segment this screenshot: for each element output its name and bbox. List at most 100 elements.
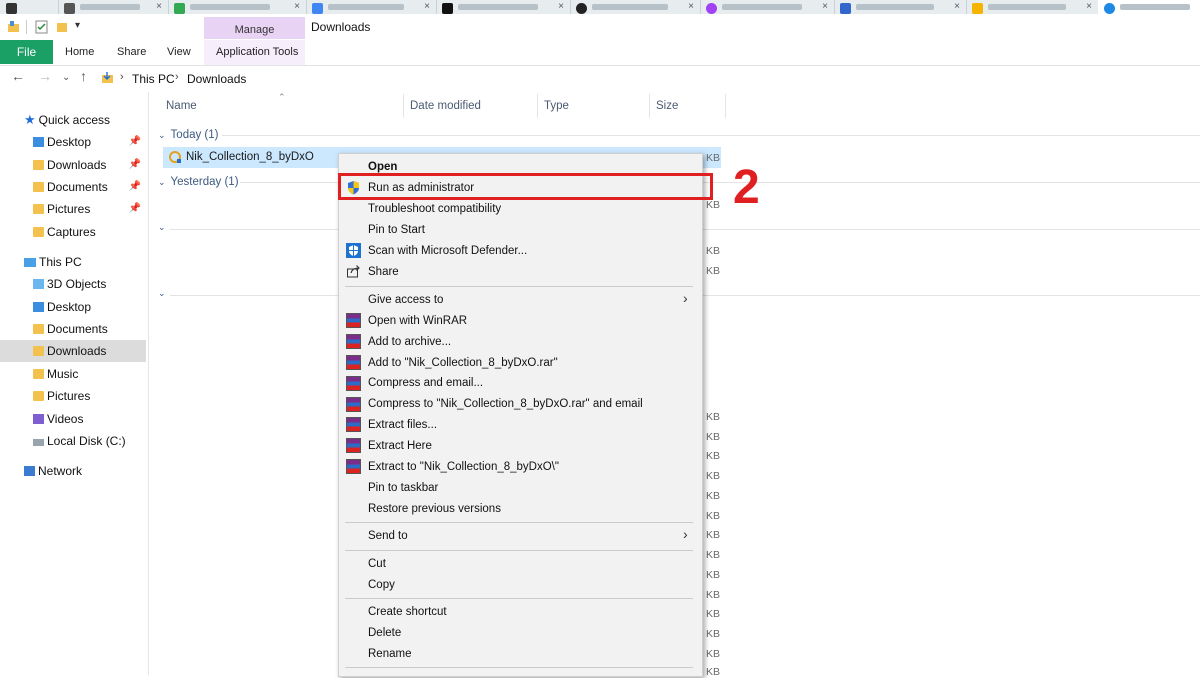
column-header-date-modified[interactable]: Date modified	[410, 100, 481, 112]
menu-separator	[345, 598, 693, 599]
menu-item-open[interactable]: Open	[368, 161, 397, 173]
menu-item-open-with-winrar[interactable]: Open with WinRAR	[368, 315, 467, 327]
nav-item-downloads[interactable]: Downloads 📌	[33, 154, 145, 176]
menu-item-restore-previous-versions[interactable]: Restore previous versions	[368, 503, 501, 515]
menu-item-troubleshoot-compatibility[interactable]: Troubleshoot compatibility	[368, 203, 501, 215]
column-divider[interactable]	[649, 94, 650, 118]
menu-item-pin-to-taskbar[interactable]: Pin to taskbar	[368, 482, 438, 494]
column-divider[interactable]	[725, 94, 726, 118]
file-size-unit: KB	[706, 152, 721, 164]
browser-tab[interactable]: ×	[58, 0, 169, 14]
menu-item-extract-to-folder[interactable]: Extract to "Nik_Collection_8_byDxO\"	[368, 461, 559, 473]
group-label: Yesterday (1)	[170, 176, 239, 188]
winrar-icon	[346, 438, 361, 453]
nav-item-pictures-pc[interactable]: Pictures	[33, 385, 90, 407]
address-bar-area	[0, 66, 1200, 90]
nav-item-captures[interactable]: Captures	[33, 221, 96, 243]
column-divider[interactable]	[537, 94, 538, 118]
videos-icon	[33, 414, 44, 424]
menu-item-copy[interactable]: Copy	[368, 579, 395, 591]
nav-item-documents-pc[interactable]: Documents	[33, 318, 108, 340]
tab-file[interactable]: File	[0, 40, 53, 64]
menu-item-scan-with-defender[interactable]: Scan with Microsoft Defender...	[368, 245, 527, 257]
menu-item-create-shortcut[interactable]: Create shortcut	[368, 606, 447, 618]
nav-item-downloads-pc[interactable]: Downloads	[33, 340, 106, 362]
nav-item-local-disk[interactable]: Local Disk (C:)	[33, 430, 126, 452]
nav-item-documents[interactable]: Documents 📌	[33, 176, 145, 198]
column-header-type[interactable]: Type	[544, 100, 569, 112]
group-divider	[222, 135, 1200, 136]
tab-application-tools[interactable]: Application Tools	[216, 40, 298, 64]
tab-home[interactable]: Home	[65, 40, 94, 64]
browser-tab[interactable]: ×	[966, 0, 1099, 14]
menu-item-compress-to-rar-and-email[interactable]: Compress to "Nik_Collection_8_byDxO.rar"…	[368, 398, 643, 410]
collapse-chevron-icon[interactable]: ⌄	[158, 222, 166, 233]
column-divider[interactable]	[403, 94, 404, 118]
close-icon[interactable]: ×	[558, 1, 564, 13]
customize-qat-chevron-icon[interactable]: ▾	[75, 20, 80, 31]
nav-item-desktop[interactable]: Desktop 📌	[33, 131, 145, 153]
close-icon[interactable]: ×	[294, 1, 300, 13]
column-header-name[interactable]: Name	[166, 100, 197, 112]
menu-item-pin-to-start[interactable]: Pin to Start	[368, 224, 425, 236]
star-icon: ★	[24, 112, 36, 127]
downloads-folder-icon	[33, 160, 44, 170]
menu-item-add-to-archive[interactable]: Add to archive...	[368, 336, 451, 348]
browser-tab-active[interactable]	[1098, 0, 1200, 14]
close-icon[interactable]: ×	[1086, 1, 1092, 13]
browser-tab[interactable]: ×	[834, 0, 967, 14]
tab-view[interactable]: View	[167, 40, 191, 64]
collapse-chevron-icon[interactable]: ⌄	[158, 288, 166, 299]
group-yesterday[interactable]: ⌄ Yesterday (1)	[158, 176, 239, 188]
nav-item-music[interactable]: Music	[33, 363, 78, 385]
file-size-unit: KB	[706, 608, 721, 620]
close-icon[interactable]: ×	[156, 1, 162, 13]
nav-quick-access[interactable]: ★ Quick access	[24, 109, 110, 131]
menu-item-add-to-rar[interactable]: Add to "Nik_Collection_8_byDxO.rar"	[368, 357, 558, 369]
close-icon[interactable]: ×	[688, 1, 694, 13]
nav-network[interactable]: Network	[24, 460, 82, 482]
menu-item-share[interactable]: Share	[368, 266, 399, 278]
forward-arrow-icon[interactable]: →	[38, 68, 52, 84]
menu-item-give-access-to[interactable]: Give access to	[368, 294, 443, 306]
menu-item-extract-here[interactable]: Extract Here	[368, 440, 432, 452]
close-icon[interactable]: ×	[822, 1, 828, 13]
nav-item-3d-objects[interactable]: 3D Objects	[33, 273, 106, 295]
back-arrow-icon[interactable]: ←	[11, 68, 25, 84]
group-label: Today (1)	[170, 129, 219, 141]
menu-item-cut[interactable]: Cut	[368, 558, 386, 570]
recent-locations-chevron-icon[interactable]: ⌄	[62, 72, 70, 83]
tab-share[interactable]: Share	[117, 40, 146, 64]
close-icon[interactable]: ×	[424, 1, 430, 13]
nav-item-videos[interactable]: Videos	[33, 408, 83, 430]
browser-tab[interactable]: ×	[306, 0, 437, 14]
menu-separator	[345, 286, 693, 287]
file-size-unit: KB	[706, 411, 721, 423]
nav-item-pictures[interactable]: Pictures 📌	[33, 198, 145, 220]
nav-this-pc[interactable]: This PC	[24, 251, 82, 273]
breadcrumb-downloads[interactable]: Downloads	[187, 72, 246, 86]
nav-label: 3D Objects	[47, 277, 107, 291]
close-icon[interactable]: ×	[954, 1, 960, 13]
menu-item-extract-files[interactable]: Extract files...	[368, 419, 437, 431]
menu-item-compress-and-email[interactable]: Compress and email...	[368, 377, 483, 389]
tab-favicon-icon	[972, 3, 983, 14]
browser-tab[interactable]	[0, 0, 59, 14]
browser-tab[interactable]: ×	[570, 0, 701, 14]
menu-item-rename[interactable]: Rename	[368, 648, 411, 660]
tab-favicon-icon	[840, 3, 851, 14]
group-today[interactable]: ⌄ Today (1)	[158, 129, 218, 141]
up-arrow-icon[interactable]: ↑	[80, 68, 87, 84]
browser-tab[interactable]: ×	[168, 0, 307, 14]
properties-icon[interactable]	[35, 20, 49, 34]
new-folder-icon[interactable]	[56, 20, 68, 34]
nav-item-desktop-pc[interactable]: Desktop	[33, 296, 91, 318]
menu-item-send-to[interactable]: Send to	[368, 530, 408, 542]
menu-item-delete[interactable]: Delete	[368, 627, 401, 639]
winrar-icon	[346, 397, 361, 412]
browser-tab[interactable]: ×	[436, 0, 571, 14]
computer-icon	[24, 258, 36, 267]
browser-tab[interactable]: ×	[700, 0, 835, 14]
breadcrumb-this-pc[interactable]: This PC	[132, 72, 175, 86]
column-header-size[interactable]: Size	[656, 100, 678, 112]
